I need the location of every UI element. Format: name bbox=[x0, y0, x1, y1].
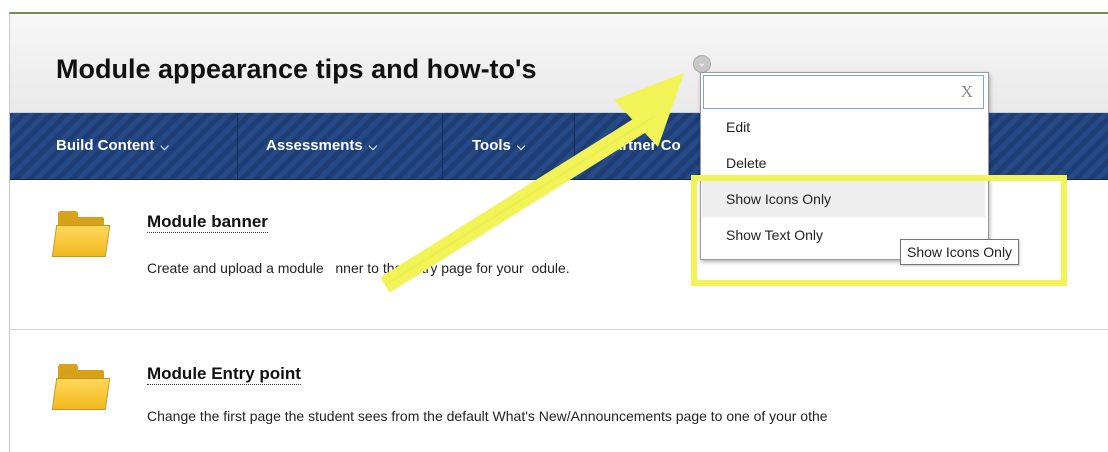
context-menu-search-input[interactable]: X bbox=[703, 75, 984, 109]
menu-tools[interactable]: Tools ⌵ bbox=[443, 113, 575, 179]
menu-build-content-label: Build Content bbox=[56, 137, 155, 154]
menu-build-content[interactable]: Build Content ⌵ bbox=[10, 113, 238, 179]
folder-icon bbox=[51, 364, 111, 412]
item-description: Change the first page the student sees f… bbox=[147, 408, 828, 424]
divider bbox=[10, 329, 1108, 330]
close-icon[interactable]: X bbox=[961, 82, 973, 102]
item-description: Create and upload a module bnner to the … bbox=[147, 260, 570, 276]
chevron-down-icon: ⌵ bbox=[368, 141, 378, 153]
title-options-chevron-icon[interactable]: ⌄ bbox=[693, 55, 711, 73]
annotation-highlight-box bbox=[691, 175, 1067, 286]
chevron-down-icon: ⌵ bbox=[160, 141, 169, 153]
item-title-link[interactable]: Module Entry point bbox=[147, 364, 301, 385]
item-title-link[interactable]: Module banner bbox=[147, 212, 268, 233]
menu-assessments[interactable]: Assessments ⌵ bbox=[238, 113, 443, 179]
page-title: Module appearance tips and how-to's bbox=[56, 54, 537, 84]
folder-icon bbox=[51, 211, 111, 259]
menu-assessments-label: Assessments bbox=[266, 137, 363, 154]
menu-item-edit[interactable]: Edit bbox=[702, 109, 985, 145]
chevron-down-icon: ⌵ bbox=[516, 141, 526, 153]
menu-tools-label: Tools bbox=[472, 137, 511, 154]
menu-partner-content-label: Partner Co bbox=[604, 137, 681, 154]
